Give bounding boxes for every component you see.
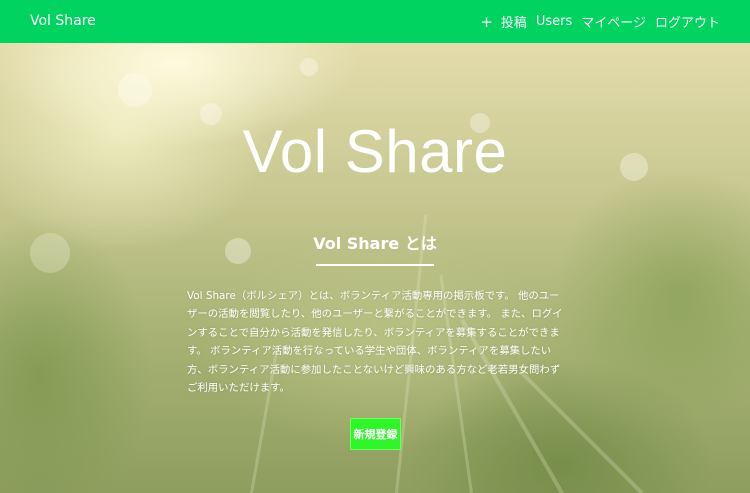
top-navbar: Vol Share + 投稿 Users マイページ ログアウト bbox=[0, 0, 750, 43]
bokeh-light bbox=[300, 58, 318, 76]
nav-users-link[interactable]: Users bbox=[536, 14, 572, 29]
nav-post-label: 投稿 bbox=[500, 16, 527, 31]
about-heading: Vol Share とは bbox=[313, 234, 437, 253]
nav-menu: + 投稿 Users マイページ ログアウト bbox=[480, 0, 720, 43]
heading-underline bbox=[316, 264, 434, 266]
brand-link[interactable]: Vol Share bbox=[30, 0, 96, 43]
about-description: Vol Share（ボルシェア）とは、ボランティア活動専用の掲示板です。 他のユ… bbox=[187, 290, 563, 395]
signup-button[interactable]: 新規登録 bbox=[350, 418, 401, 450]
plus-icon: + bbox=[480, 12, 493, 31]
hero-title: Vol Share bbox=[242, 118, 508, 185]
bokeh-light bbox=[118, 73, 152, 107]
nav-post-link[interactable]: + 投稿 bbox=[480, 12, 527, 32]
nav-logout-link[interactable]: ログアウト bbox=[655, 12, 720, 31]
nav-mypage-link[interactable]: マイページ bbox=[581, 12, 646, 31]
page: Vol Share + 投稿 Users マイページ ログアウト Vol Sha… bbox=[0, 0, 750, 493]
